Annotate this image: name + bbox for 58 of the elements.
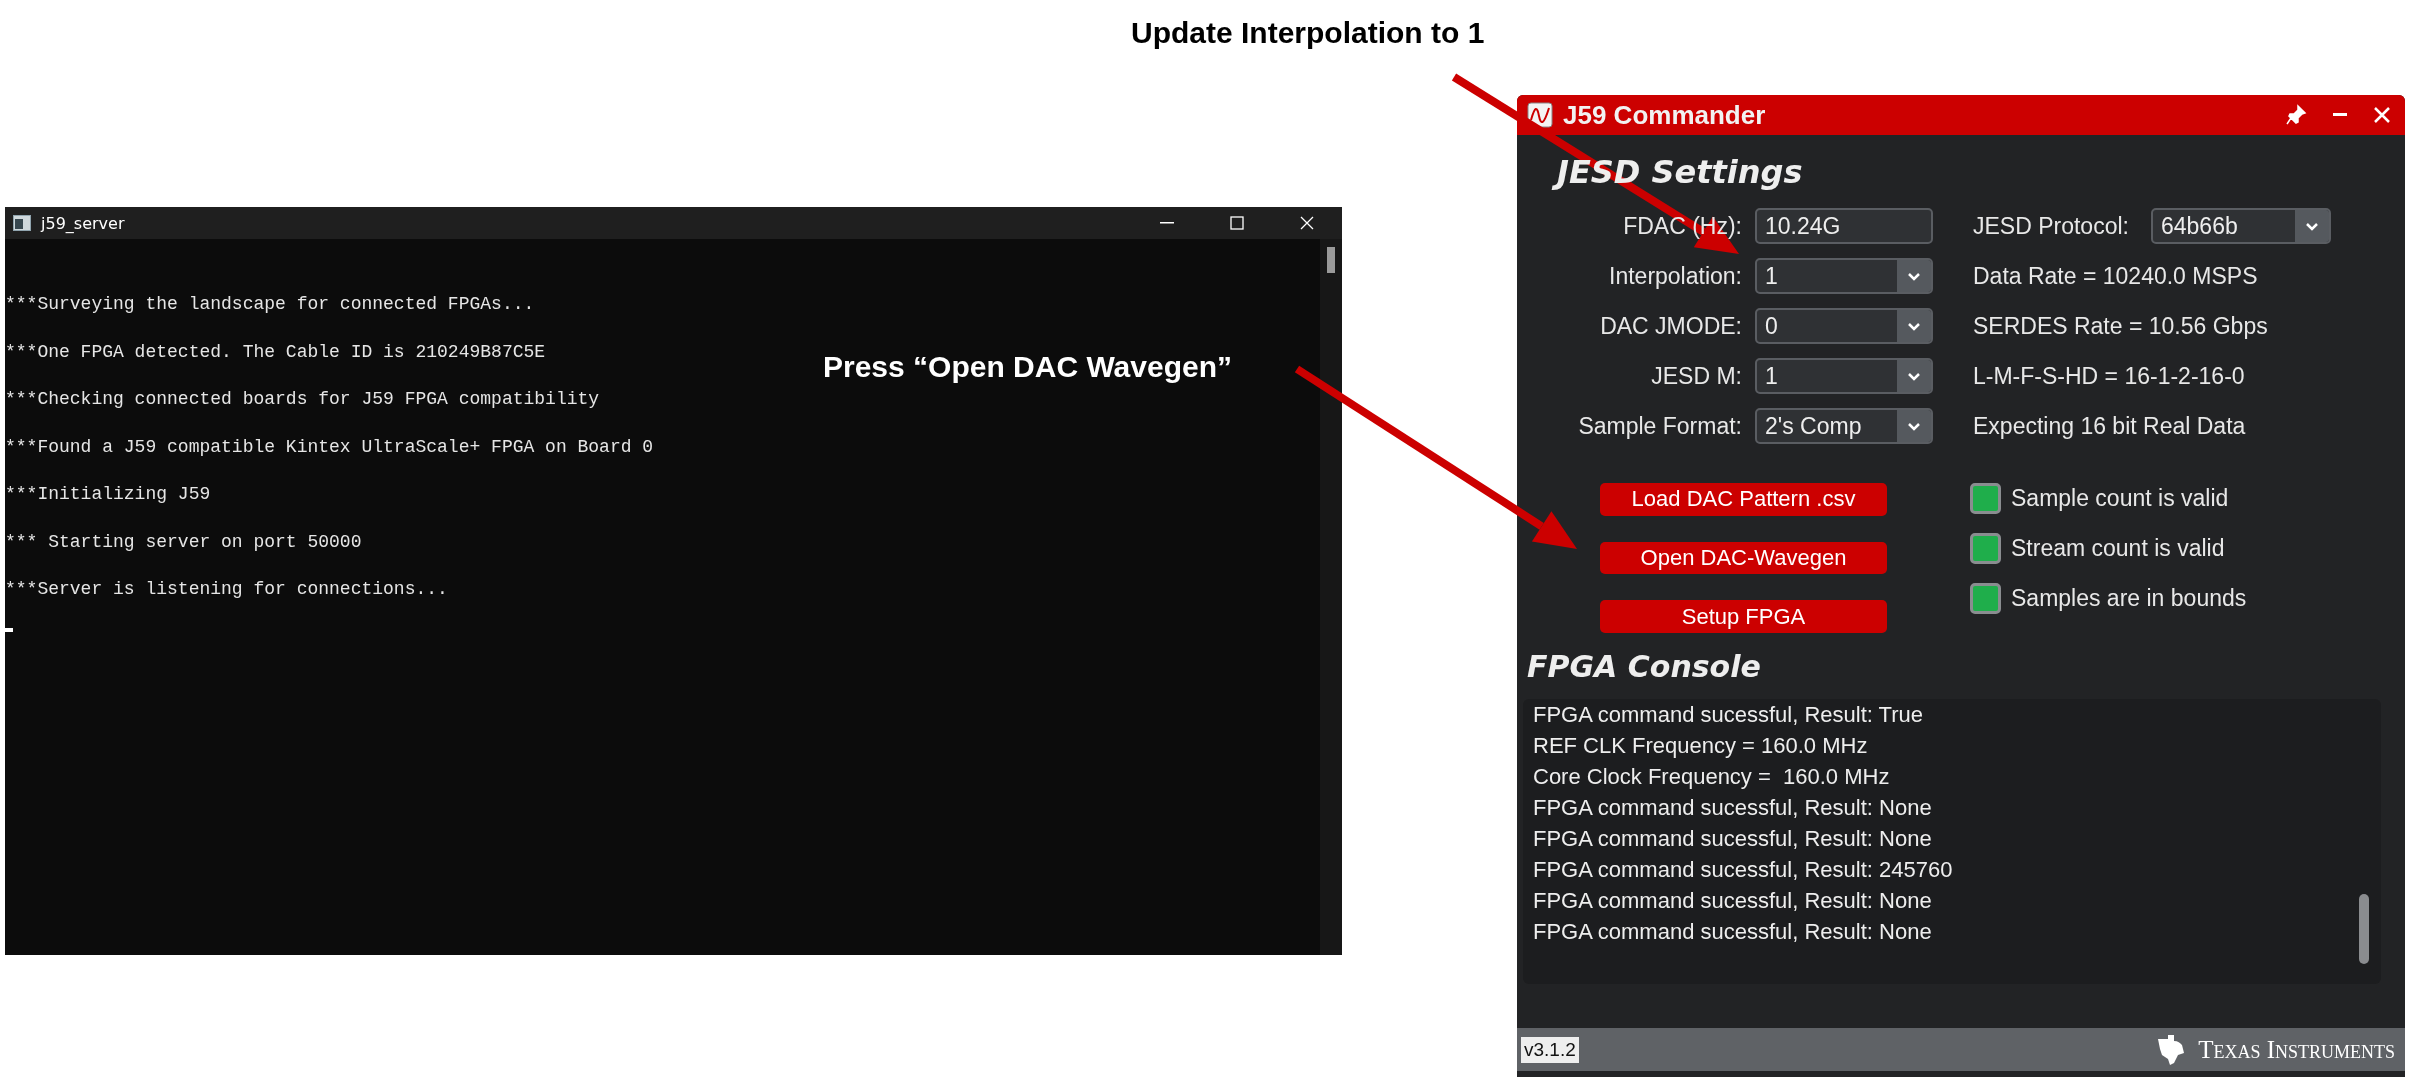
annotation-text: Update Interpolation to 1 [1131, 16, 1485, 50]
text-input[interactable]: 10.24G [1755, 208, 1933, 244]
indicator-label: Samples are in bounds [2011, 585, 2247, 612]
console-line: Core Clock Frequency = 160.0 MHz [1533, 763, 1891, 791]
version-label: v3.1.2 [1521, 1036, 1579, 1063]
action-button[interactable]: Open DAC-Wavegen [1600, 541, 1887, 575]
info-text: Expecting 16 bit Real Data [1973, 412, 2247, 440]
window-title: J59 Commander [1563, 99, 1766, 131]
minimize-icon[interactable] [2333, 113, 2347, 117]
dropdown[interactable]: 0 [1755, 308, 1933, 344]
console-line: FPGA command sucessful, Result: None [1533, 887, 1933, 915]
cursor-icon [5, 627, 13, 632]
app-icon [1527, 102, 1553, 128]
dropdown[interactable]: 2's Comp [1755, 408, 1933, 444]
info-text: SERDES Rate = 10.56 Gbps [1973, 312, 2269, 340]
action-button[interactable]: Setup FPGA [1600, 600, 1887, 633]
annotation-text: Press “Open DAC Wavegen” [823, 350, 1232, 384]
pin-icon[interactable] [2285, 104, 2307, 126]
dropdown[interactable]: 1 [1755, 258, 1933, 294]
field-label: Sample Format: [1578, 412, 1742, 440]
section-heading: FPGA Console [1526, 648, 1762, 686]
console-line: FPGA command sucessful, Result: True [1533, 701, 1925, 729]
info-text: L-M-F-S-HD = 16-1-2-16-0 [1973, 362, 2246, 390]
scrollbar[interactable] [1320, 239, 1342, 955]
minimize-icon[interactable] [1160, 222, 1174, 224]
chevron-down-icon [1907, 321, 1921, 331]
chevron-down-icon [1907, 271, 1921, 281]
chevron-down-icon [1907, 371, 1921, 381]
chevron-down-icon [1907, 421, 1921, 431]
console-line: ***Initializing J59 [5, 483, 211, 505]
maximize-icon[interactable] [1230, 216, 1244, 230]
console-line: *** Starting server on port 50000 [5, 530, 362, 553]
indicator-label: Sample count is valid [2011, 485, 2229, 512]
console-line: ***Surveying the landscape for connected FPGAs... [5, 293, 535, 315]
console-line: ***Server is listening for connections... [5, 578, 448, 600]
chevron-down-icon [2305, 221, 2319, 231]
field-label: DAC JMODE: [1600, 312, 1742, 340]
indicator-label: Stream count is valid [2011, 535, 2225, 562]
field-label: JESD M: [1651, 362, 1742, 390]
console-line: FPGA command sucessful, Result: None [1533, 825, 1933, 853]
console-line: ***Checking connected boards for J59 FPGA compatibility [5, 388, 600, 410]
dropdown[interactable]: 1 [1755, 358, 1933, 394]
scrollbar-thumb[interactable] [2359, 894, 2369, 964]
action-button[interactable]: Load DAC Pattern .csv [1600, 483, 1887, 516]
close-icon[interactable] [1300, 216, 1314, 230]
field-label: JESD Protocol: [1973, 212, 2130, 240]
field-label: Interpolation: [1609, 262, 1742, 290]
console-line: FPGA command sucessful, Result: None [1533, 794, 1933, 822]
info-text: Data Rate = 10240.0 MSPS [1973, 262, 2259, 290]
console-line: ***Found a J59 compatible Kintex UltraScale+ FPGA on Board 0 [5, 435, 654, 458]
console-line: FPGA command sucessful, Result: None [1533, 918, 1933, 946]
console-line: REF CLK Frequency = 160.0 MHz [1533, 732, 1869, 760]
console-line: ***One FPGA detected. The Cable ID is 210249B87C5E [5, 340, 546, 363]
dropdown[interactable]: 64b66b [2151, 208, 2331, 244]
window-title: j59_server [41, 213, 125, 233]
brand-name: Texas Instruments [2198, 1035, 2395, 1064]
console-line: FPGA command sucessful, Result: 245760 [1533, 856, 1954, 884]
terminal-icon [13, 215, 31, 231]
